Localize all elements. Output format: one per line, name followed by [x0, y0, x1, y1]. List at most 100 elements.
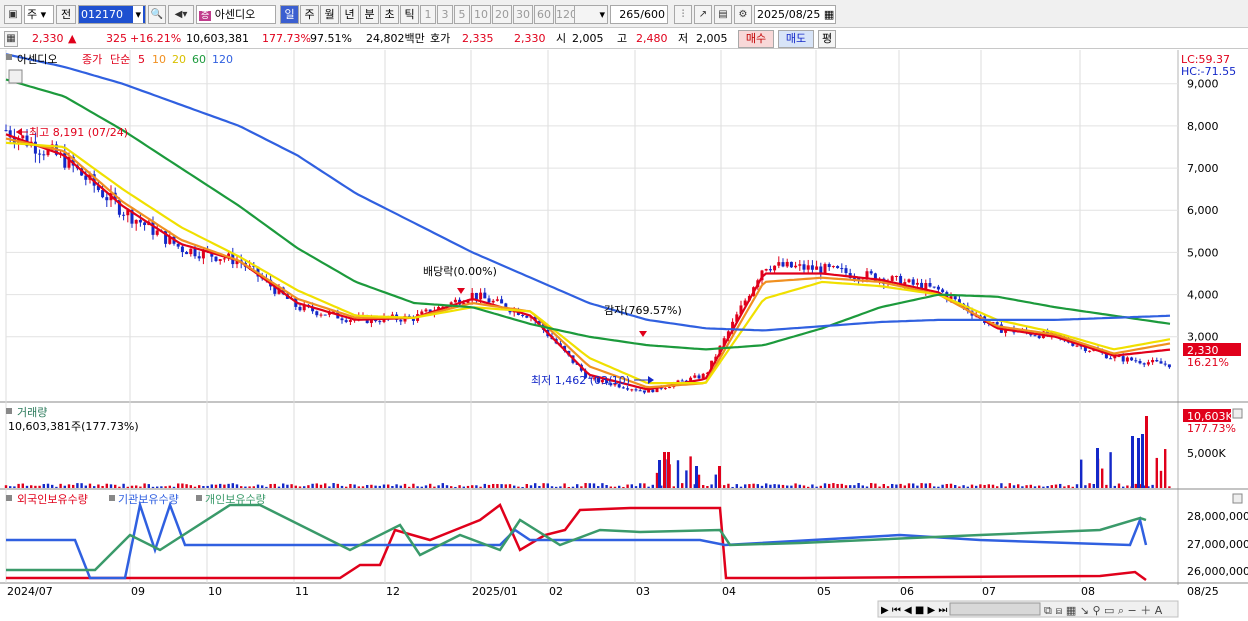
candle-body — [38, 153, 42, 155]
candle-body — [936, 286, 940, 290]
volume-bar — [815, 486, 818, 488]
period-button-6[interactable]: 틱 — [400, 5, 419, 24]
calendar-icon[interactable] — [8, 69, 23, 84]
volume-bar — [576, 484, 579, 488]
interval-button-3[interactable]: 3 — [437, 5, 453, 24]
code-input[interactable]: 012170 ▾ — [78, 5, 146, 24]
chart-tools-icon[interactable]: ⧉ ⧈ ▦ ↘ ⚲ ▭ ⌕ − ＋ A — [1044, 604, 1163, 617]
volume-bar — [874, 483, 877, 488]
volume-bar — [1025, 485, 1028, 488]
period-button-2[interactable]: 월 — [320, 5, 339, 24]
stock-chart[interactable]: 아센디오 종가 단순 5 10 20 60 120 LC:59.37 HC:-7… — [0, 50, 1248, 621]
volume-bar — [151, 486, 155, 488]
info-icon[interactable]: ▦ — [4, 31, 18, 47]
volume-bar — [51, 484, 54, 488]
candle-body — [491, 300, 495, 303]
period-button-0[interactable]: 일 — [280, 5, 299, 24]
interval-button-30[interactable]: 30 — [513, 5, 533, 24]
volume-bar — [223, 484, 226, 488]
volume-bar — [739, 486, 743, 488]
search-icon[interactable]: 🔍 — [148, 5, 166, 24]
volume-bar — [34, 485, 37, 488]
volume-bar — [378, 485, 381, 488]
interval-button-60[interactable]: 60 — [534, 5, 554, 24]
buy-button[interactable]: 매수 — [738, 30, 774, 48]
volume-bar — [1080, 459, 1083, 488]
volume-bar — [403, 483, 407, 488]
candle-body — [134, 219, 138, 224]
interval-select[interactable]: ▾ — [574, 5, 608, 24]
volume-bar — [441, 483, 444, 488]
scrollbar-thumb[interactable] — [949, 602, 1041, 616]
volume-bar — [752, 483, 755, 488]
volume-bar — [643, 483, 646, 488]
prev-button[interactable]: 전 — [56, 5, 76, 24]
volume-bar — [790, 485, 793, 488]
candle-body — [1130, 357, 1134, 361]
sound-icon[interactable]: ◀▾ — [168, 5, 194, 24]
volume-bar — [366, 484, 369, 488]
volume-bar — [219, 483, 222, 488]
volume-bar — [450, 486, 453, 488]
legend-name: 아센디오 — [17, 53, 57, 66]
candle-body — [453, 299, 457, 303]
window-menu-icon[interactable]: ▣ — [4, 5, 22, 24]
period-button-3[interactable]: 년 — [340, 5, 359, 24]
volume-bar — [1012, 485, 1016, 488]
candle-body — [844, 268, 848, 274]
candle-body — [1151, 359, 1155, 363]
candle-body — [634, 389, 638, 391]
volume-bar — [479, 486, 482, 488]
volume-bar — [802, 485, 806, 488]
x-label-0: 2024/07 — [7, 585, 53, 598]
change-arrow: ▲ — [68, 32, 77, 45]
volume-bar — [781, 484, 785, 488]
volume-bar — [1054, 484, 1058, 488]
volume-bar — [769, 484, 772, 488]
interval-button-20[interactable]: 20 — [492, 5, 512, 24]
interval-button-5[interactable]: 5 — [454, 5, 470, 24]
holding-close-icon[interactable] — [1232, 493, 1243, 504]
volume-bar — [1168, 486, 1171, 488]
volume-bar — [630, 484, 633, 488]
volume-bar — [672, 486, 675, 488]
period-button-5[interactable]: 초 — [380, 5, 399, 24]
amount-value: 24,802백만 — [366, 32, 425, 45]
volume-bar — [177, 483, 180, 488]
sell-button[interactable]: 매도 — [778, 30, 814, 48]
volume-bar — [676, 460, 680, 488]
count-field[interactable]: 265/600 — [610, 5, 668, 24]
date-field[interactable]: 2025/08/25 ▦ — [754, 5, 836, 24]
candle-body — [638, 390, 642, 392]
candle-icon[interactable]: ⫶ — [674, 5, 692, 24]
volume-bar — [727, 483, 730, 488]
legend-ma10: 10 — [152, 53, 166, 66]
volume-bar — [1113, 485, 1116, 488]
type-select[interactable]: 주 ▾ — [24, 5, 54, 24]
period-button-1[interactable]: 주 — [300, 5, 319, 24]
candle-body — [781, 262, 785, 267]
volume-bar — [235, 484, 239, 488]
eval-button[interactable]: 평 — [818, 30, 836, 48]
save-icon[interactable]: ▤ — [714, 5, 732, 24]
drawing-icon[interactable]: ↗ — [694, 5, 712, 24]
date-value: 2025/08/25 — [757, 8, 821, 21]
volume-bar — [706, 485, 709, 488]
stock-name-field[interactable]: 증 아센디오 — [196, 5, 276, 24]
volume-bar — [185, 484, 188, 488]
gear-icon[interactable]: ⚙ — [734, 5, 752, 24]
period-button-4[interactable]: 분 — [360, 5, 379, 24]
volume-bar — [277, 486, 281, 488]
interval-button-1[interactable]: 1 — [420, 5, 436, 24]
volume-spike-3 — [1141, 434, 1144, 488]
candle-body — [1033, 335, 1037, 337]
volume-close-icon[interactable] — [1232, 408, 1243, 419]
x-label-1: 09 — [131, 585, 145, 598]
interval-button-10[interactable]: 10 — [471, 5, 491, 24]
candle-body — [222, 258, 226, 260]
volume-bar — [970, 484, 974, 488]
legend-simple: 단순 — [110, 53, 130, 66]
volume-spike-9 — [718, 466, 721, 488]
info-bar: ▦ 2,330 ▲ 325 +16.21% 10,603,381 177.73%… — [0, 29, 1248, 49]
scroll-left-icon[interactable]: ▶ ⏮ ◀ ■ ▶ ⏭ — [881, 605, 947, 616]
